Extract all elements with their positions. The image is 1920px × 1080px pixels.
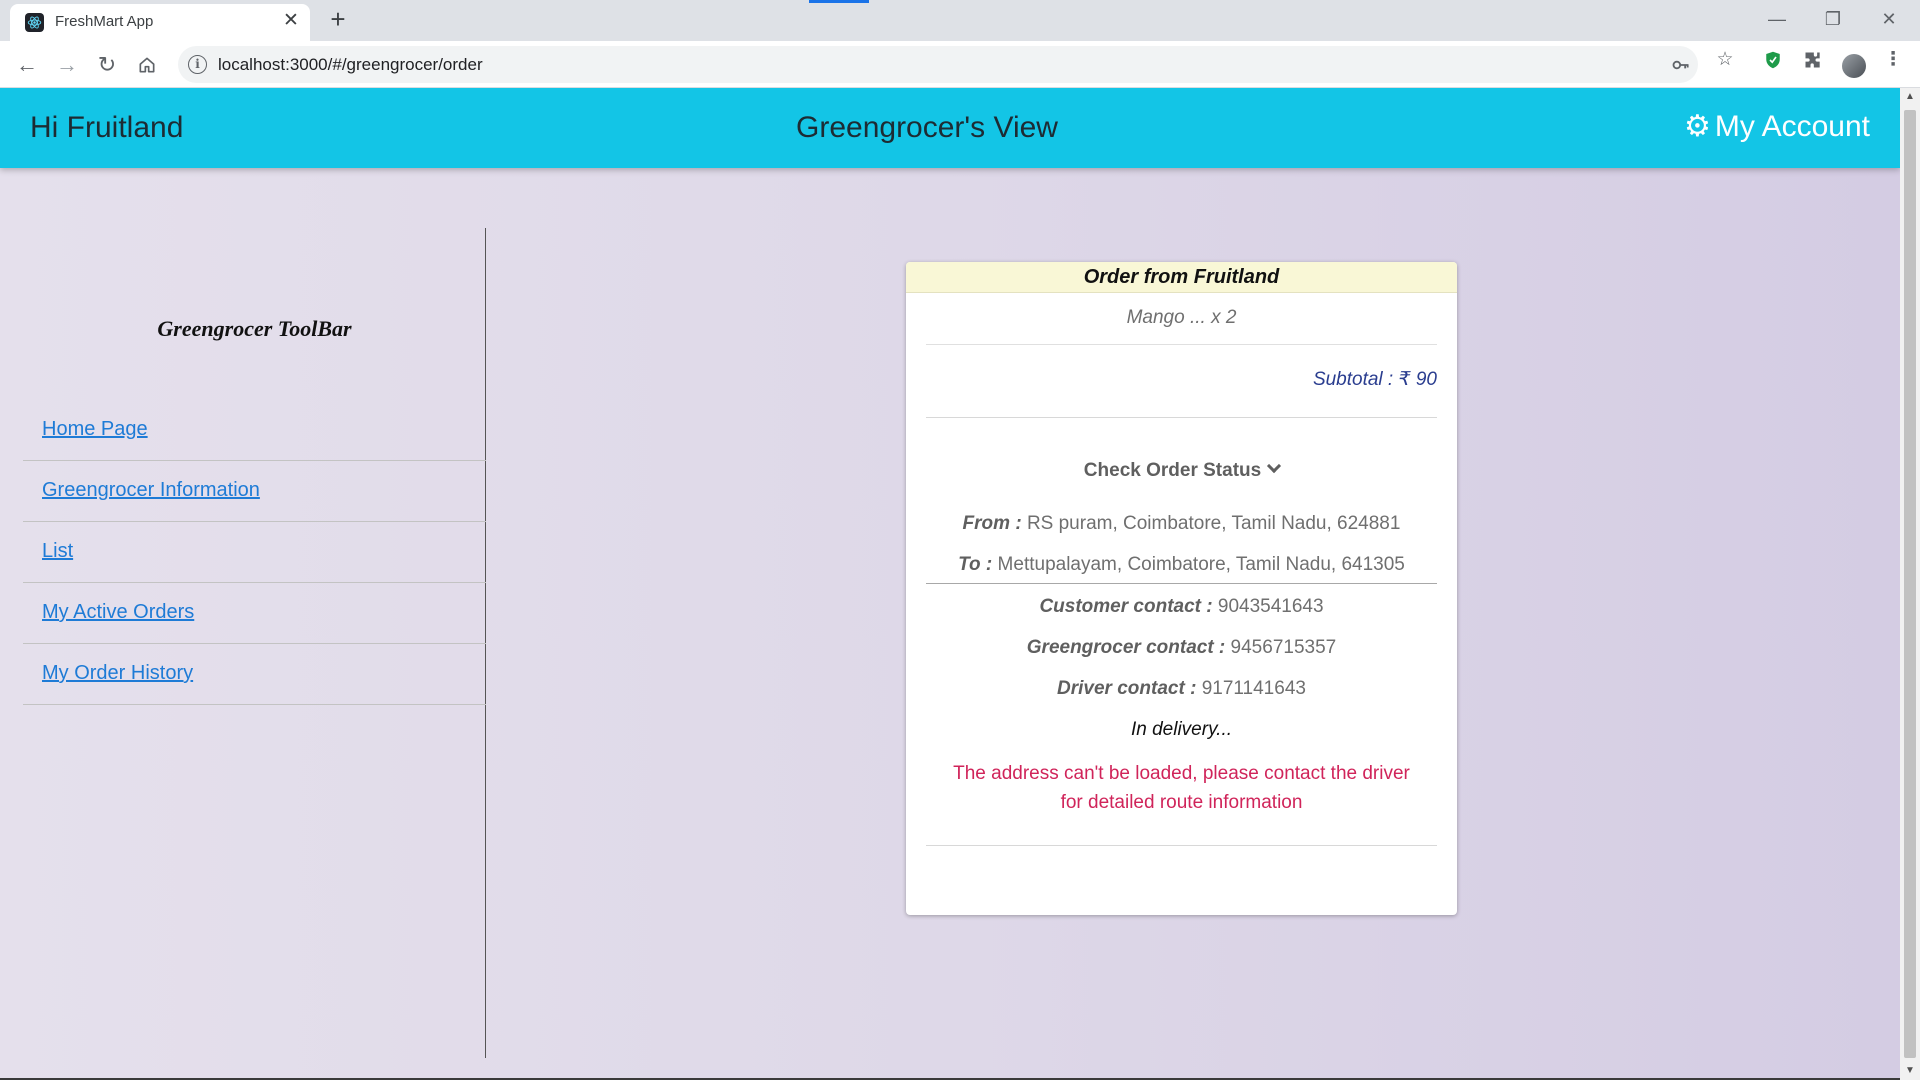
tab-loading-indicator <box>809 0 869 3</box>
site-info-icon[interactable]: i <box>188 55 207 74</box>
driver-contact-line: Driver contact : 9171141643 <box>906 678 1457 700</box>
chevron-down-icon <box>1267 458 1282 474</box>
browser-toolbar: ← → ↻ i localhost:3000/#/greengrocer/ord… <box>0 41 1920 88</box>
greeting-text: Hi Fruitland <box>30 111 184 144</box>
page-title: Greengrocer's View <box>796 111 1058 144</box>
driver-contact-label: Driver contact : <box>1057 678 1197 699</box>
star-icon[interactable]: ☆ <box>1713 48 1737 72</box>
sidebar-link-greengrocer-information[interactable]: Greengrocer Information <box>42 479 260 502</box>
shield-extension-icon[interactable] <box>1761 48 1785 72</box>
check-order-status-toggle[interactable]: Check Order Status <box>906 458 1457 482</box>
divider <box>926 845 1437 846</box>
sidebar-link-active-orders[interactable]: My Active Orders <box>42 601 194 624</box>
new-tab-button[interactable]: + <box>324 6 352 34</box>
order-card: Order from Fruitland Mango ... x 2 Subto… <box>906 262 1457 915</box>
route-warning-line-2: for detailed route information <box>1060 792 1303 813</box>
back-arrow-icon[interactable]: ← <box>13 51 41 79</box>
order-card-header: Order from Fruitland <box>906 262 1457 293</box>
divider <box>926 583 1437 584</box>
page-viewport: Hi Fruitland Greengrocer's View ⚙ My Acc… <box>0 88 1900 1080</box>
to-address: Mettupalayam, Coimbatore, Tamil Nadu, 64… <box>997 554 1405 575</box>
browser-tab-strip: FreshMart App ✕ + — ❐ ✕ <box>0 0 1920 41</box>
to-label: To : <box>958 554 993 575</box>
sidebar-link-list[interactable]: List <box>42 540 73 563</box>
sidebar-item-greengrocer-information: Greengrocer Information <box>23 461 486 522</box>
profile-avatar[interactable] <box>1842 54 1866 78</box>
sidebar-item-active-orders: My Active Orders <box>23 583 486 644</box>
sidebar-menu: Home Page Greengrocer Information List M… <box>23 400 486 705</box>
sidebar-link-order-history[interactable]: My Order History <box>42 662 193 685</box>
from-address-line: From : RS puram, Coimbatore, Tamil Nadu,… <box>906 513 1457 535</box>
tab-title: FreshMart App <box>55 13 154 30</box>
forward-arrow-icon[interactable]: → <box>53 51 81 79</box>
browser-tab[interactable]: FreshMart App ✕ <box>10 4 310 41</box>
sidebar-item-order-history: My Order History <box>23 644 486 705</box>
sidebar-title: Greengrocer ToolBar <box>157 316 352 341</box>
order-item-line: Mango ... x 2 <box>926 293 1437 345</box>
to-address-line: To : Mettupalayam, Coimbatore, Tamil Nad… <box>906 554 1457 576</box>
restore-button[interactable]: ❐ <box>1813 6 1853 32</box>
from-address: RS puram, Coimbatore, Tamil Nadu, 624881 <box>1026 513 1401 534</box>
route-warning-message: The address can't be loaded, please cont… <box>926 759 1437 817</box>
puzzle-extension-icon[interactable] <box>1801 48 1825 72</box>
route-warning-line-1: The address can't be loaded, please cont… <box>953 763 1410 784</box>
sidebar: Greengrocer ToolBar Home Page Greengroce… <box>23 228 486 1058</box>
customer-contact-value: 9043541643 <box>1217 596 1324 617</box>
greengrocer-contact-line: Greengrocer contact : 9456715357 <box>906 637 1457 659</box>
sidebar-item-home: Home Page <box>23 400 486 461</box>
delivery-status: In delivery... <box>1130 719 1233 740</box>
customer-contact-label: Customer contact : <box>1039 596 1213 617</box>
scroll-down-arrow-icon[interactable]: ▼ <box>1900 1062 1920 1080</box>
url-text[interactable]: localhost:3000/#/greengrocer/order <box>218 55 483 75</box>
my-account-button[interactable]: ⚙ My Account <box>1684 110 1870 144</box>
order-subtotal: Subtotal : ₹ 90 <box>1312 369 1437 390</box>
sidebar-link-home[interactable]: Home Page <box>42 418 148 441</box>
app-header: Hi Fruitland Greengrocer's View ⚙ My Acc… <box>0 88 1900 168</box>
kebab-menu-icon[interactable]: ⋮ <box>1881 48 1905 72</box>
gear-icon: ⚙ <box>1684 110 1711 143</box>
window-close-button[interactable]: ✕ <box>1869 6 1909 32</box>
customer-contact-line: Customer contact : 9043541643 <box>906 596 1457 618</box>
my-account-label: My Account <box>1714 110 1870 143</box>
divider <box>926 417 1437 418</box>
address-bar[interactable]: i localhost:3000/#/greengrocer/order <box>178 46 1698 83</box>
home-icon[interactable] <box>133 51 161 79</box>
greengrocer-contact-value: 9456715357 <box>1230 637 1337 658</box>
greengrocer-contact-label: Greengrocer contact : <box>1026 637 1226 658</box>
page-scrollbar[interactable]: ▲ ▼ <box>1900 88 1920 1080</box>
scroll-up-arrow-icon[interactable]: ▲ <box>1900 88 1920 106</box>
from-label: From : <box>962 513 1022 534</box>
tab-close-icon[interactable]: ✕ <box>280 10 302 32</box>
react-favicon-icon <box>25 13 44 32</box>
key-icon[interactable] <box>1669 53 1693 77</box>
check-order-status-label: Check Order Status <box>1083 460 1262 481</box>
minimize-button[interactable]: — <box>1757 6 1797 32</box>
scrollbar-thumb[interactable] <box>1904 110 1916 1058</box>
sidebar-item-list: List <box>23 522 486 583</box>
reload-icon[interactable]: ↻ <box>93 51 121 79</box>
driver-contact-value: 9171141643 <box>1201 678 1306 699</box>
